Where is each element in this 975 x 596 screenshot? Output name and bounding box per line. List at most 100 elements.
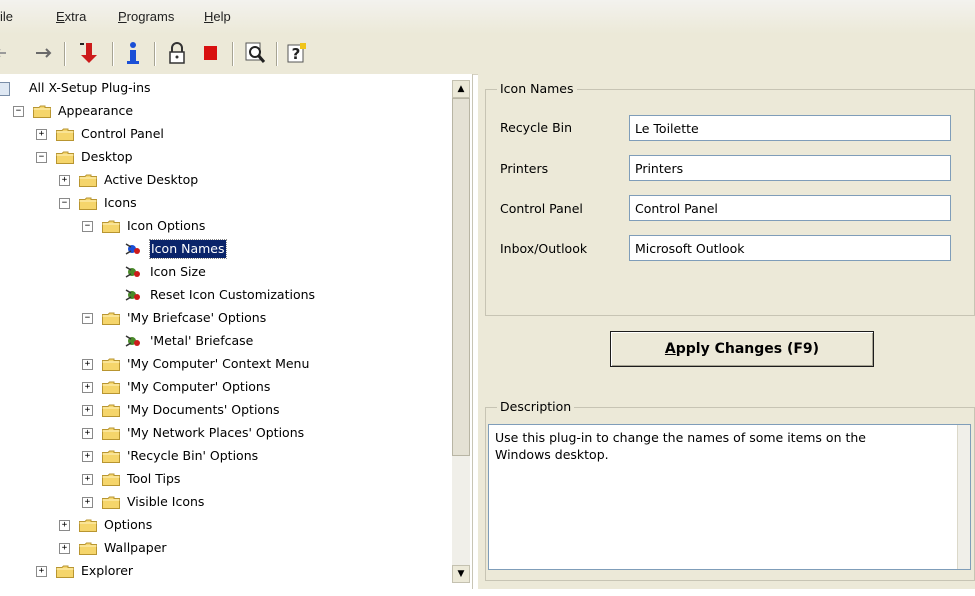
menu-programs[interactable]: Programs [118,9,174,24]
control-panel-name-input[interactable] [629,195,951,221]
printers-label: Printers [500,161,549,176]
folder-icon [102,426,120,440]
back-arrow-icon[interactable] [0,40,18,66]
tree-node-label: Reset Icon Customizations [150,287,316,302]
tree-plugin-node[interactable]: Icon Names [0,238,450,260]
folder-icon [79,541,97,555]
help-question-icon[interactable]: ? [284,40,310,66]
expand-plus-icon[interactable]: + [82,497,93,508]
icon-names-group: Icon Names Recycle Bin Printers Control … [485,81,975,316]
collapse-minus-icon[interactable]: − [82,221,93,232]
tree-folder-node[interactable]: + Wallpaper [0,537,450,559]
toolbar-separator [232,42,234,66]
tree-node-label: Icon Options [127,218,206,233]
folder-icon [102,357,120,371]
tree-folder-node[interactable]: + Control Panel [0,123,450,145]
tree-folder-node[interactable]: + 'My Network Places' Options [0,422,450,444]
tree-folder-node[interactable]: + Tool Tips [0,468,450,490]
inbox-outlook-label: Inbox/Outlook [500,241,588,256]
apply-label: pply Changes (F9) [675,341,820,357]
scroll-down-button[interactable]: ▼ [452,565,470,583]
tree-node-label: Wallpaper [104,540,167,555]
expand-plus-icon[interactable]: + [59,175,70,186]
collapse-minus-icon[interactable]: − [82,313,93,324]
menu-help[interactable]: Help [204,9,231,24]
lock-icon[interactable] [164,40,190,66]
tree-node-label: Icons [104,195,137,210]
expand-plus-icon[interactable]: + [82,428,93,439]
tree-node-label: Explorer [81,563,134,578]
expand-plus-icon[interactable]: + [82,474,93,485]
toolbar-separator [154,42,156,66]
folder-icon [79,518,97,532]
collapse-minus-icon[interactable]: − [13,106,24,117]
apply-changes-button[interactable]: Apply Changes (F9) [610,331,874,367]
menu-extra[interactable]: Extra [56,9,86,24]
folder-icon [102,495,120,509]
expand-plus-icon[interactable]: + [36,566,47,577]
tree-node-label: Control Panel [81,126,164,141]
tree-root-label: All X-Setup Plug-ins [29,80,151,95]
tree-scrollbar[interactable]: ▲ ▼ [452,80,470,583]
forward-arrow-icon[interactable] [30,40,56,66]
tree-plugin-node[interactable]: 'Metal' Briefcase [0,330,450,352]
description-box: Use this plug-in to change the names of … [488,424,971,570]
collapse-minus-icon[interactable]: − [59,198,70,209]
tree-node-label: 'Recycle Bin' Options [127,448,259,463]
plugin-gear-icon [125,333,143,349]
description-text: Use this plug-in to change the names of … [495,430,866,462]
tree-node-label: Active Desktop [104,172,199,187]
expand-plus-icon[interactable]: + [82,405,93,416]
tree-folder-node[interactable]: − Icons [0,192,450,214]
computer-icon [0,82,10,96]
info-icon[interactable] [120,40,146,66]
tree-folder-node[interactable]: − Desktop [0,146,450,168]
tree-folder-node[interactable]: + Active Desktop [0,169,450,191]
tree-folder-node[interactable]: + Options [0,514,450,536]
red-flag-icon[interactable] [198,40,224,66]
tree-folder-node[interactable]: − Icon Options [0,215,450,237]
expand-plus-icon[interactable]: + [59,520,70,531]
toolbar-separator [276,42,278,66]
tree-folder-node[interactable]: − Appearance [0,100,450,122]
tree-plugin-node[interactable]: Icon Size [0,261,450,283]
expand-plus-icon[interactable]: + [59,543,70,554]
expand-plus-icon[interactable]: + [82,359,93,370]
inbox-outlook-name-input[interactable] [629,235,951,261]
svg-text:?: ? [292,45,301,63]
menu-file[interactable]: ile [0,9,13,24]
tree-node-label: 'Metal' Briefcase [150,333,254,348]
scroll-thumb[interactable] [452,98,470,456]
menu-help-accel: H [204,9,214,24]
tree-folder-node[interactable]: + Explorer [0,560,450,582]
tree-node-label: 'My Computer' Context Menu [127,356,310,371]
red-down-arrow-icon[interactable] [76,40,102,66]
toolbar-separator [64,42,66,66]
tree-folder-node[interactable]: + 'My Computer' Options [0,376,450,398]
description-scrollbar[interactable] [957,425,970,569]
folder-icon [56,564,74,578]
scroll-up-button[interactable]: ▲ [452,80,470,98]
tree-folder-node[interactable]: + Visible Icons [0,491,450,513]
tree-folder-node[interactable]: + 'My Computer' Context Menu [0,353,450,375]
tree-folder-node[interactable]: − 'My Briefcase' Options [0,307,450,329]
plugin-gear-icon [125,287,143,303]
plugin-tree[interactable]: All X-Setup Plug-ins − Appearance + Control… [0,74,473,589]
menu-help-rest: elp [213,9,231,24]
tree-folder-node[interactable]: + 'Recycle Bin' Options [0,445,450,467]
recycle-bin-name-input[interactable] [629,115,951,141]
printers-name-input[interactable] [629,155,951,181]
search-magnifier-icon[interactable] [242,40,268,66]
tree-node-label: Tool Tips [127,471,181,486]
folder-icon [102,472,120,486]
folder-icon [102,311,120,325]
expand-plus-icon[interactable]: + [36,129,47,140]
tree-plugin-node[interactable]: Reset Icon Customizations [0,284,450,306]
menu-programs-accel: P [118,9,127,24]
folder-icon [33,104,51,118]
tree-folder-node[interactable]: + 'My Documents' Options [0,399,450,421]
expand-plus-icon[interactable]: + [82,382,93,393]
expand-plus-icon[interactable]: + [82,451,93,462]
collapse-minus-icon[interactable]: − [36,152,47,163]
folder-icon [79,173,97,187]
